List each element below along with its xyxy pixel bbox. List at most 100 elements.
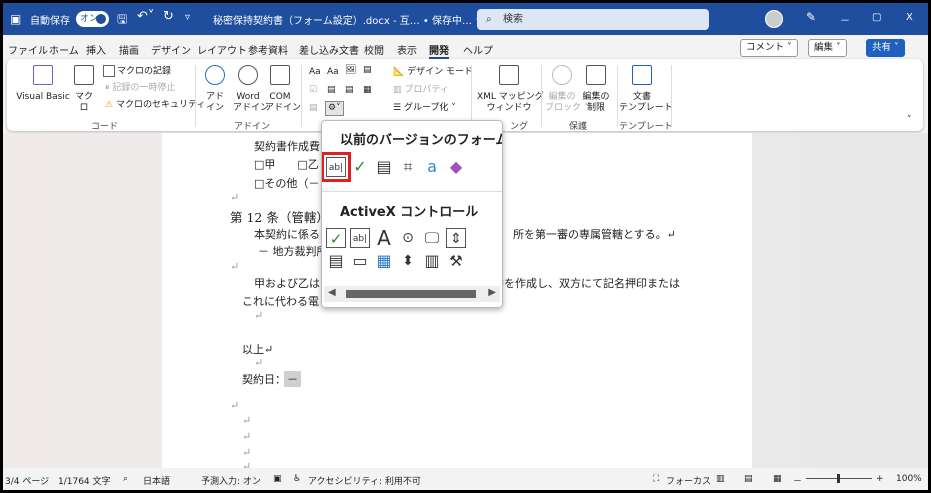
pause-recording-button[interactable]: ⏸ 記録の一時停止 (105, 83, 175, 94)
legacy-tools-dropdown: 以前のバージョンのフォーム ab| ✓ ▤ ⌗ a ◆ ActiveX コントロ… (321, 120, 503, 308)
com-addin-button[interactable]: COM アドイン (265, 65, 301, 114)
dropdown-form-field-icon[interactable]: ▤ (374, 157, 394, 177)
share-button[interactable]: 共有 ˅ (866, 39, 905, 57)
tab-design[interactable]: デザイン (151, 42, 191, 57)
tab-review[interactable]: 校閲 (364, 42, 384, 57)
autosave-toggle[interactable]: オン (76, 11, 109, 27)
tab-layout[interactable]: レイアウト (197, 42, 247, 57)
building-block-icon[interactable]: ▤ (363, 65, 372, 76)
legacy-tools-button[interactable]: ⚙˅ (325, 101, 344, 116)
design-mode-button[interactable]: 📐 デザイン モード (393, 67, 473, 78)
collapse-ribbon-icon[interactable]: ˅ (907, 115, 912, 126)
activex-image-icon[interactable]: 🖵 (422, 228, 442, 248)
tab-draw[interactable]: 描画 (119, 42, 139, 57)
article-heading: 第 12 条（管轄） (230, 210, 329, 225)
group-button[interactable]: ☰ グループ化 ˅ (393, 103, 456, 114)
xml-mapping-label: XML マッピング ウィンドウ (477, 92, 544, 113)
search-box[interactable]: ⌕ 検索 (477, 9, 709, 30)
close-button[interactable]: X (906, 12, 913, 23)
zoom-slider-thumb[interactable] (837, 474, 840, 483)
scroll-right-icon[interactable]: ▶ (488, 287, 496, 298)
date-control-icon[interactable]: ▦ (363, 85, 372, 96)
legacy-forms-heading: 以前のバージョンのフォーム (340, 133, 503, 148)
macro-button[interactable]: マクロ (71, 65, 97, 114)
tab-developer[interactable]: 開発 (429, 42, 449, 59)
focus-button[interactable]: フォーカス (666, 474, 711, 487)
addin-button[interactable]: アド イン (203, 65, 227, 114)
undo-icon[interactable]: ↶˅ (137, 9, 154, 24)
document-template-button[interactable]: 文書 テンプレート (619, 65, 673, 114)
checkbox-form-field-icon[interactable]: ✓ (350, 157, 370, 177)
activex-toggle-button-icon[interactable]: ▥ (422, 251, 442, 271)
qat-more-icon[interactable]: ▿ (185, 12, 190, 23)
checkbox-control-icon[interactable]: ☑ (309, 85, 317, 96)
macro-record-icon[interactable]: ▣ (273, 474, 282, 484)
activex-combobox-icon[interactable]: ▤ (326, 251, 346, 271)
tab-insert[interactable]: 挿入 (86, 42, 106, 57)
insert-frame-icon[interactable]: ⌗ (398, 157, 418, 177)
tab-view[interactable]: 表示 (397, 42, 417, 57)
status-bar: 3/4 ページ 1/1764 文字 ⌕ 日本語 予測入力: オン ▣ ♿ アクセ… (3, 468, 928, 490)
zoom-out-button[interactable]: － (793, 474, 802, 487)
zoom-level[interactable]: 100% (896, 474, 922, 484)
save-icon[interactable]: 🖫 (117, 10, 127, 31)
paragraph-mark: ↵ (230, 399, 240, 412)
web-layout-icon[interactable]: ▦ (773, 474, 782, 484)
comment-button[interactable]: コメント ˅ (740, 39, 798, 57)
activex-listbox-icon[interactable]: ▦ (374, 251, 394, 271)
record-macro-button[interactable]: マクロの記録 (103, 65, 171, 78)
word-addin-label: Word アドイン (233, 92, 270, 113)
page-count[interactable]: 3/4 ページ (5, 474, 49, 487)
pen-icon[interactable]: ✎ (806, 10, 816, 24)
word-addin-button[interactable]: Word アドイン (233, 65, 269, 114)
document-title[interactable]: 秘密保持契約書（フォーム設定）.docx - 互… • 保存中… ∨ (213, 12, 482, 27)
picture-control-icon[interactable]: 🖼 (345, 65, 356, 76)
block-authors-button[interactable]: 編集の ブロック ˅ (545, 65, 588, 114)
properties-button[interactable]: ▥ プロパティ (393, 85, 449, 96)
language[interactable]: 日本語 (143, 474, 170, 487)
scrollbar-thumb[interactable] (346, 290, 476, 298)
activex-scrollbar-icon[interactable]: ⬍ (398, 251, 418, 271)
plain-text-control[interactable]: Aa (327, 67, 339, 78)
activex-label-icon[interactable]: A (374, 228, 394, 248)
edit-mode-button[interactable]: 編集 ˅ (808, 39, 847, 57)
word-count[interactable]: 1/1764 文字 (58, 474, 111, 487)
combobox-control-icon[interactable]: ▤ (327, 85, 336, 96)
proofing-icon[interactable]: ⌕ (123, 474, 128, 484)
avatar[interactable] (765, 10, 783, 28)
macro-security-button[interactable]: ⚠ マクロのセキュリティ (105, 100, 205, 111)
tab-home[interactable]: ホーム (49, 42, 79, 57)
text-prediction[interactable]: 予測入力: オン (201, 474, 261, 487)
text-form-field-icon[interactable]: ab| (322, 152, 351, 182)
rich-text-control[interactable]: Aa (309, 67, 321, 78)
date-form-field[interactable]: － (284, 371, 301, 387)
visual-basic-button[interactable]: Visual Basic (15, 65, 71, 103)
activex-spin-button-icon[interactable]: ⇕ (446, 228, 466, 248)
activex-option-button-icon[interactable]: ⊙ (398, 228, 418, 248)
pause-label: 記録の一時停止 (112, 83, 176, 93)
reset-form-fields-icon[interactable]: ◆ (446, 157, 466, 177)
restore-button[interactable]: ▢ (872, 12, 881, 23)
zoom-in-button[interactable]: + (876, 474, 884, 484)
scroll-left-icon[interactable]: ◀ (328, 287, 336, 298)
tab-mailings[interactable]: 差し込み文書 (299, 42, 359, 57)
form-field-shading-icon[interactable]: a (422, 157, 442, 177)
read-mode-icon[interactable]: ▥ (716, 474, 725, 484)
xml-mapping-button[interactable]: XML マッピング ウィンドウ (477, 65, 544, 114)
tab-references[interactable]: 参考資料 (248, 42, 288, 57)
print-layout-icon[interactable]: ▤ (744, 474, 753, 484)
activex-textbox-icon[interactable]: ab| (350, 228, 370, 248)
accessibility-status[interactable]: アクセシビリティ: 利用不可 (308, 474, 421, 487)
minimize-button[interactable]: － (840, 12, 850, 27)
tab-help[interactable]: ヘルプ (463, 42, 493, 57)
activex-checkbox-icon[interactable]: ✓ (326, 228, 346, 248)
dropdown-control-icon[interactable]: ▤ (345, 85, 354, 96)
restrict-editing-button[interactable]: 編集の 制限 (581, 65, 611, 114)
tab-file[interactable]: ファイル (8, 42, 48, 57)
xml-mapping-icon (499, 65, 519, 85)
repeating-control-icon[interactable]: ▤ (309, 103, 318, 114)
more-controls-icon[interactable]: ⚒ (446, 251, 466, 271)
redo-icon[interactable]: ↻ (163, 9, 174, 24)
horizontal-scrollbar[interactable]: ◀ ▶ (324, 286, 500, 302)
activex-command-button-icon[interactable]: ▭ (350, 251, 370, 271)
